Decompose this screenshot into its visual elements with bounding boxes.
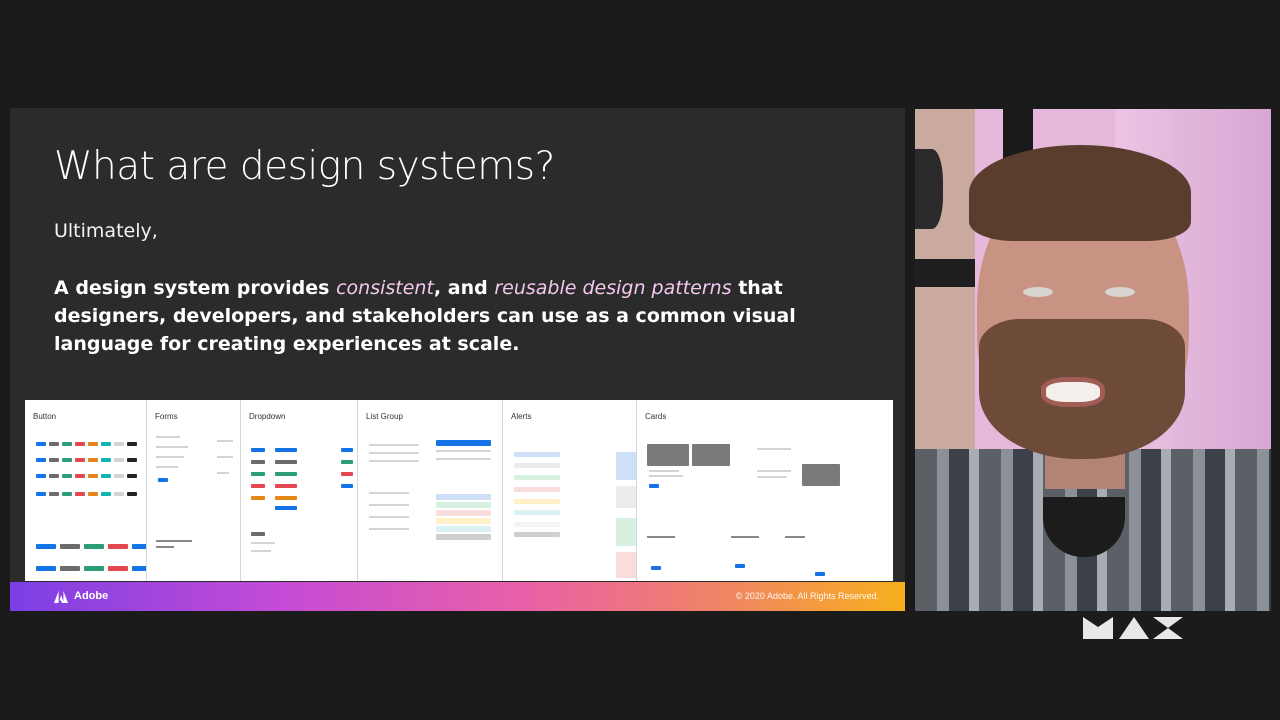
button-swatch [75,458,85,462]
slide-body-text: A design system provides consistent, and… [54,274,844,358]
panel-title: Alerts [511,412,532,421]
button-swatch [114,474,124,478]
shelf-edge [915,259,975,287]
max-logo-icon [1083,617,1183,639]
presenter-hair [969,145,1191,241]
presenter-eye-right [1105,287,1135,297]
body-text-part: , and [433,277,495,299]
button-swatch [62,492,72,496]
button-swatch [75,492,85,496]
button-swatch [88,474,98,478]
wall-decoration [915,149,943,229]
button-swatch [36,544,56,549]
adobe-brand-text: Adobe [74,590,109,602]
button-swatch [127,458,137,462]
panel-title: Cards [645,412,667,421]
design-system-screenshots: Button Forms Dropdown List Group Alerts … [25,400,893,581]
presenter-webcam [915,109,1271,611]
button-swatch [88,492,98,496]
button-swatch [36,474,46,478]
button-swatch [49,458,59,462]
panel-dropdown: Dropdown [241,400,358,581]
button-swatch [127,474,137,478]
presentation-slide: What are design systems? Ultimately, A d… [10,108,905,611]
panel-title: Forms [155,412,178,421]
panel-alerts: Alerts [503,400,637,581]
panel-cards: Cards [637,400,893,581]
button-swatch [127,442,137,446]
button-swatch [62,442,72,446]
panel-title: Button [33,412,57,421]
copyright-text: © 2020 Adobe. All Rights Reserved. [735,591,879,601]
button-swatch [60,544,80,549]
button-swatch [108,566,128,571]
body-text-part: A design system provides [54,277,337,299]
button-swatch [36,442,46,446]
button-swatch [127,492,137,496]
button-swatch [88,442,98,446]
button-swatch [75,442,85,446]
button-swatch [88,458,98,462]
button-swatch [114,492,124,496]
button-swatch [114,458,124,462]
button-swatch [62,458,72,462]
button-swatch [114,442,124,446]
button-swatch [101,474,111,478]
button-swatch [62,474,72,478]
button-swatch [49,492,59,496]
slide-title: What are design systems? [54,144,555,189]
presenter-mouth [1041,377,1105,407]
button-swatch [101,492,111,496]
body-emphasis-consistent: consistent [336,277,434,299]
button-swatch [84,566,104,571]
slide-footer-bar: Adobe © 2020 Adobe. All Rights Reserved. [10,582,905,611]
panel-forms: Forms [147,400,241,581]
button-swatch [84,544,104,549]
adobe-logo-icon [54,591,68,603]
presenter-eye-left [1023,287,1053,297]
button-swatch [49,442,59,446]
panel-title: Dropdown [249,412,286,421]
button-swatch [75,474,85,478]
button-swatch [36,492,46,496]
button-swatch [101,442,111,446]
button-swatch [49,474,59,478]
button-swatch [132,544,146,549]
button-swatch [108,544,128,549]
slide-lead: Ultimately, [54,220,158,242]
button-swatch [36,566,56,571]
body-emphasis-reusable: reusable design patterns [494,277,732,299]
button-swatch [132,566,146,571]
button-swatch [60,566,80,571]
panel-list-group: List Group [358,400,503,581]
panel-button: Button [25,400,147,581]
panel-title: List Group [366,412,403,421]
button-swatch [36,458,46,462]
button-swatch [101,458,111,462]
